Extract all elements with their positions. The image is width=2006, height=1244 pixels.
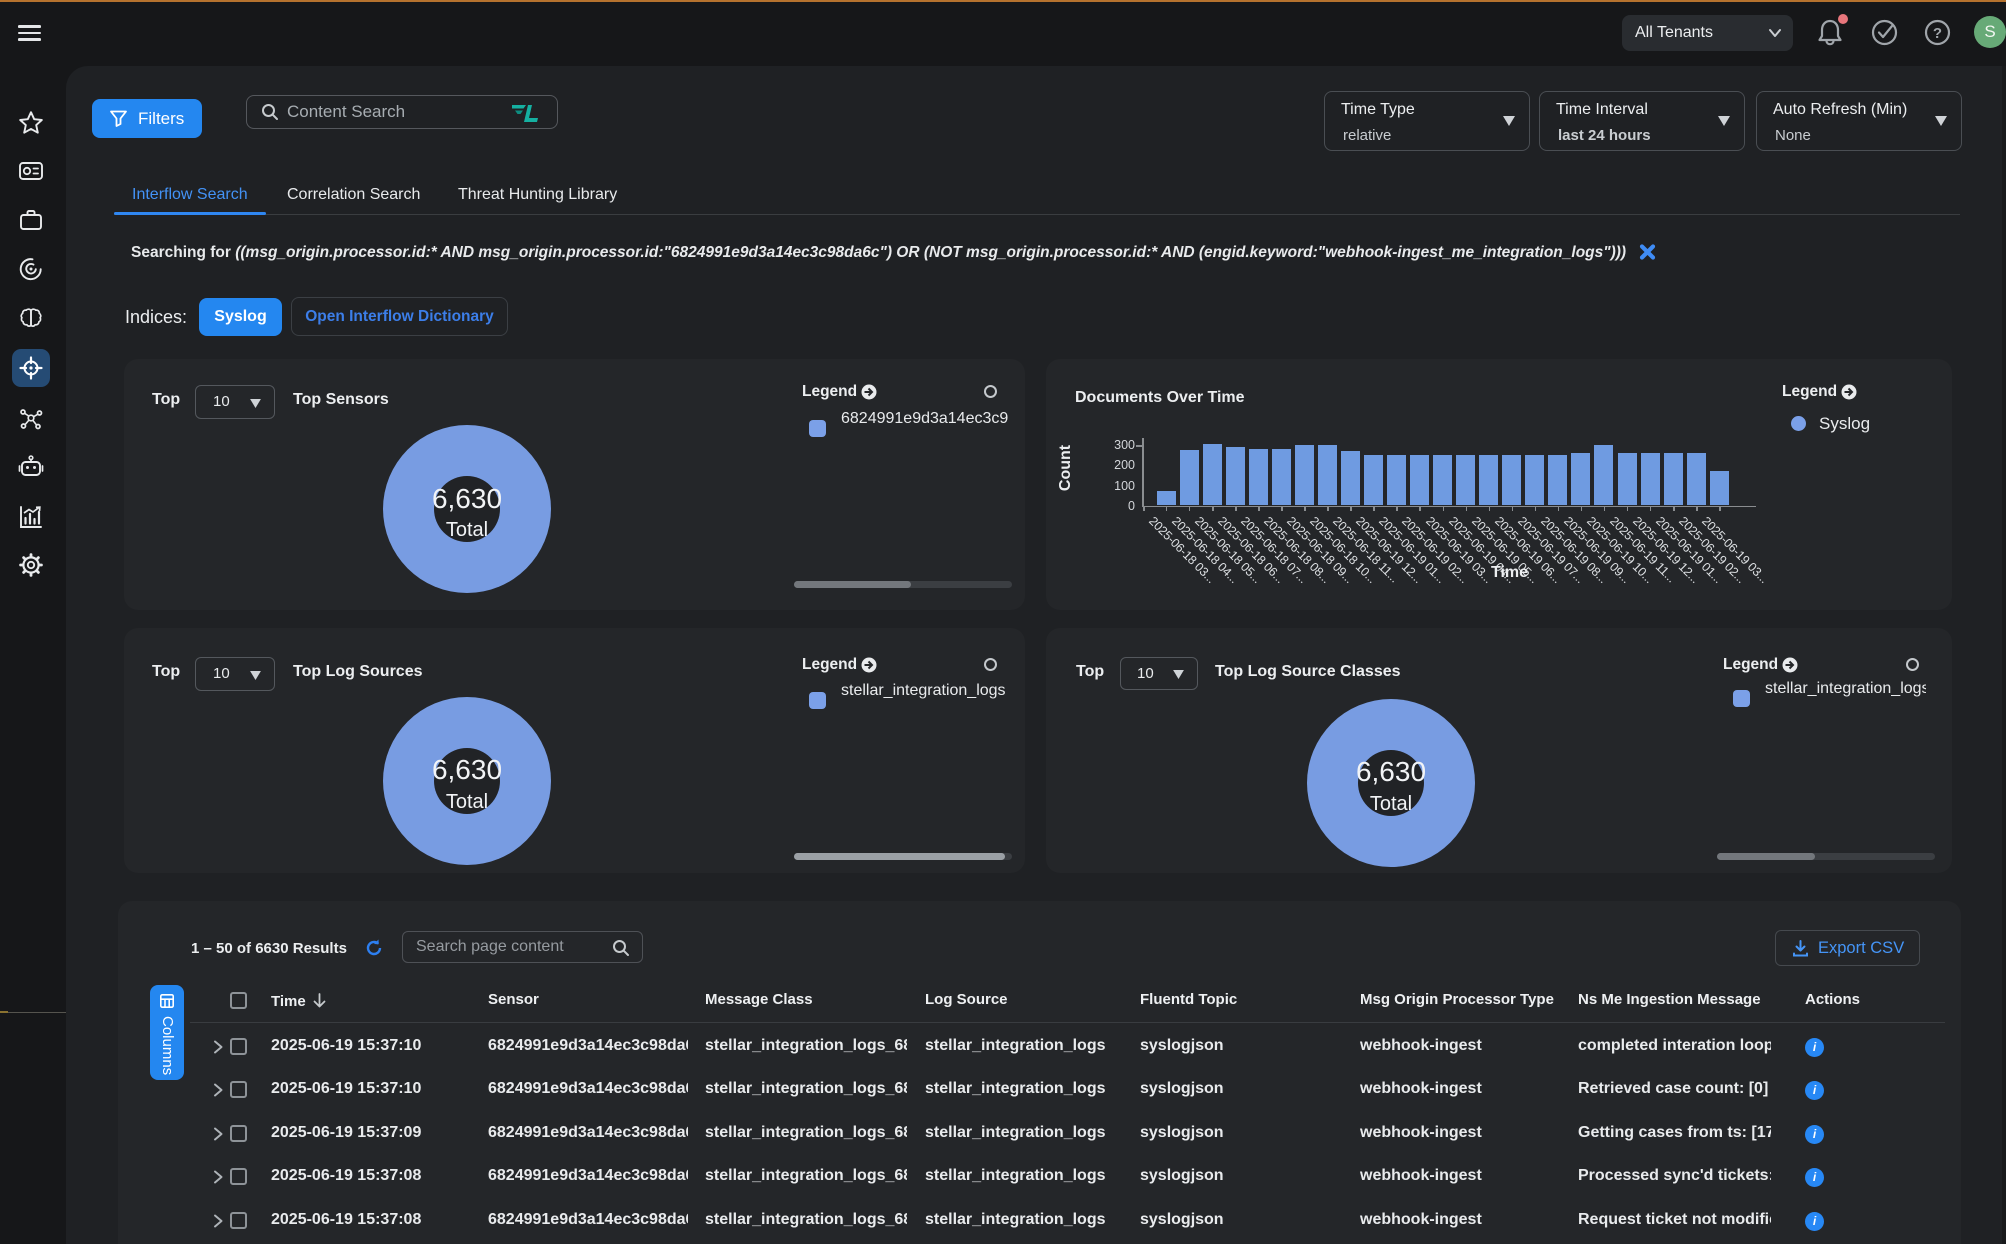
svg-text:?: ?	[1933, 25, 1942, 42]
